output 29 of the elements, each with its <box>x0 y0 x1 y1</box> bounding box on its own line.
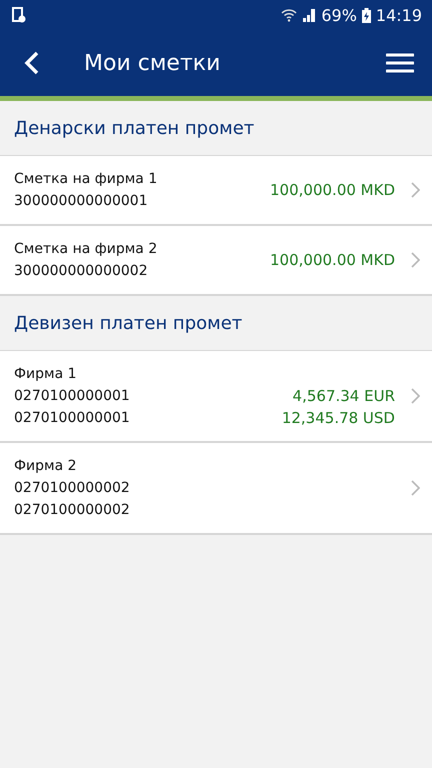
wifi-icon <box>281 8 298 22</box>
account-name: Сметка на фирма 2 <box>14 240 158 258</box>
chevron-right-icon <box>411 388 420 404</box>
account-number: 0270100000001 <box>14 387 131 405</box>
chevron-right-icon <box>411 480 420 496</box>
screenshot-notification-icon <box>12 7 26 23</box>
account-name: Фирма 2 <box>14 457 78 475</box>
account-row[interactable]: Фирма 2 0270100000002 0270100000002 <box>0 443 432 535</box>
account-number: 300000000000002 <box>14 262 149 280</box>
account-number: 0270100000002 <box>14 479 131 497</box>
account-balance: 4,567.34 EUR <box>292 387 395 405</box>
account-number: 0270100000001 <box>14 409 131 427</box>
account-row[interactable]: Сметка на фирма 1 300000000000001 100,000.00 MKD <box>0 156 432 226</box>
account-balance: 100,000.00 MKD <box>270 181 395 199</box>
battery-percentage: 69% <box>321 6 357 24</box>
signal-icon <box>302 8 316 22</box>
account-balance: 100,000.00 MKD <box>270 251 395 269</box>
account-name: Фирма 1 <box>14 365 78 383</box>
account-number: 0270100000002 <box>14 501 131 519</box>
account-balance: 12,345.78 USD <box>282 409 395 427</box>
account-row[interactable]: Сметка на фирма 2 300000000000002 100,000.00 MKD <box>0 226 432 296</box>
account-number: 300000000000001 <box>14 192 149 210</box>
battery-charging-icon <box>362 8 371 22</box>
clock-time: 14:19 <box>376 6 422 24</box>
account-row[interactable]: Фирма 1 0270100000001 0270100000001 4,567.34 EUR 12,345.78 USD <box>0 351 432 443</box>
screen-title: Мои сметки <box>84 50 222 76</box>
chevron-right-icon <box>411 182 420 198</box>
chevron-right-icon <box>411 252 420 268</box>
account-name: Сметка на фирма 1 <box>14 170 158 188</box>
